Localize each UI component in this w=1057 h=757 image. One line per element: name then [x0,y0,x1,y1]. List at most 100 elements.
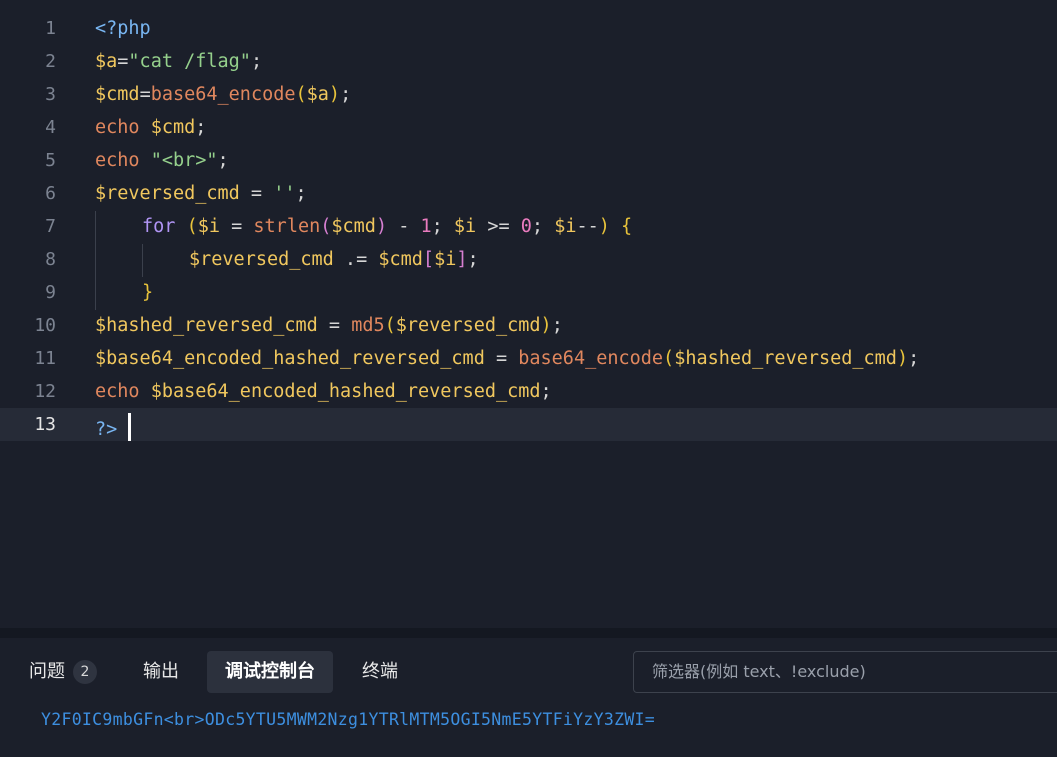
function-name: strlen [253,216,321,237]
line-number: 10 [34,315,56,336]
semicolon: ; [908,348,920,369]
tab-debug-console[interactable]: 调试控制台 [207,651,333,693]
operator: = [139,84,151,105]
semicolon: ; [217,150,229,171]
bracket: [ [422,249,435,270]
variable: $cmd [95,84,140,105]
line-number: 11 [34,348,56,369]
string-literal: '' [273,183,296,204]
brace: } [142,282,154,303]
code-line[interactable]: 3 $cmd=base64_encode($a); [0,78,1057,111]
variable: $i [554,216,577,237]
operator: .= [333,249,379,270]
console-output: Y2F0IC9mbGFn<br>ODc5YTU5MWM2Nzg1YTRlMTM5… [41,710,656,729]
function-name: base64_encode [518,348,664,369]
tab-label: 输出 [143,661,179,682]
keyword-for: for [142,216,176,237]
code-line[interactable]: 12 echo $base64_encoded_hashed_reversed_… [0,375,1057,408]
code-line[interactable]: 7 for ($i = strlen($cmd) - 1; $i >= 0; $… [0,210,1057,243]
keyword-echo: echo [95,117,140,138]
paren: ) [375,216,388,237]
code-line[interactable]: 2 $a="cat /flag"; [0,45,1057,78]
paren: ) [540,315,552,336]
semicolon: ; [340,84,352,105]
operator: = [317,315,352,336]
filter-placeholder: 筛选器(例如 text、!exclude) [652,662,866,681]
semicolon: ; [551,315,563,336]
variable: $i [453,216,477,237]
operator: = [239,183,274,204]
variable: $base64_encoded_hashed_reversed_cmd [95,348,485,369]
variable: $reversed_cmd [395,315,541,336]
panel-divider[interactable] [0,628,1057,638]
tab-output[interactable]: 输出 [143,651,179,693]
variable: $i [434,249,457,270]
line-number: 4 [45,117,56,138]
line-number: 5 [45,150,56,171]
paren: ) [328,84,341,105]
line-number: 1 [45,18,56,39]
line-number: 9 [45,282,56,303]
string-literal: "cat /flag" [128,51,251,72]
code-editor[interactable]: 1 <?php 2 $a="cat /flag"; 3 $cmd=base64_… [0,0,1057,628]
paren: ( [295,84,307,105]
code-line[interactable]: 1 <?php [0,12,1057,45]
line-number: 3 [45,84,56,105]
bottom-panel: 问题 2 输出 调试控制台 终端 筛选器(例如 text、!exclude) Y2… [0,638,1057,757]
filter-input[interactable]: 筛选器(例如 text、!exclude) [633,651,1057,693]
line-number: 6 [45,183,56,204]
tab-terminal[interactable]: 终端 [362,651,398,693]
separator: ; [531,216,555,237]
semicolon: ; [195,117,207,138]
code-line[interactable]: 5 echo "<br>"; [0,144,1057,177]
code-line[interactable]: 10 $hashed_reversed_cmd = md5($reversed_… [0,309,1057,342]
function-name: base64_encode [150,84,296,105]
operator: - [387,216,421,237]
line-number: 8 [45,249,56,270]
variable: $hashed_reversed_cmd [674,348,897,369]
variable: $cmd [378,249,423,270]
separator: ; [431,216,454,237]
paren: ) [896,348,909,369]
problems-count-badge: 2 [73,660,97,684]
tab-label: 调试控制台 [225,661,315,682]
function-name: md5 [351,315,385,336]
semicolon: ; [540,381,552,402]
variable: $hashed_reversed_cmd [95,315,318,336]
line-number: 7 [45,216,56,237]
operator: >= [476,216,521,237]
semicolon: ; [467,249,479,270]
operator: = [484,348,519,369]
php-close-tag: ?> [95,419,118,440]
keyword-echo: echo [95,150,140,171]
variable: $cmd [150,117,196,138]
operator: -- [576,216,599,237]
code-line[interactable]: 6 $reversed_cmd = ''; [0,177,1057,210]
variable: $base64_encoded_hashed_reversed_cmd [150,381,541,402]
brace: { [621,216,633,237]
operator: = [117,51,129,72]
number-literal: 0 [520,216,532,237]
tab-problems[interactable]: 问题 2 [29,651,97,693]
code-line[interactable]: 8 $reversed_cmd .= $cmd[$i]; [0,243,1057,276]
variable: $reversed_cmd [95,183,240,204]
code-line[interactable]: 11 $base64_encoded_hashed_reversed_cmd =… [0,342,1057,375]
variable: $i [197,216,220,237]
line-number: 12 [34,381,56,402]
code-line-active[interactable]: 13 ?> [0,408,1057,441]
variable: $a [95,51,118,72]
code-line[interactable]: 9 } [0,276,1057,309]
tab-label: 终端 [362,661,398,682]
line-number: 2 [45,51,56,72]
php-open-tag: <?php [95,18,151,39]
paren: ( [663,348,675,369]
text-cursor [128,413,132,441]
line-number: 13 [34,414,56,435]
paren: ( [384,315,396,336]
paren: ) [598,216,610,237]
variable: $reversed_cmd [189,249,334,270]
string-literal: "<br>" [150,150,218,171]
tab-label: 问题 [29,661,65,682]
code-line[interactable]: 4 echo $cmd; [0,111,1057,144]
semicolon: ; [295,183,307,204]
